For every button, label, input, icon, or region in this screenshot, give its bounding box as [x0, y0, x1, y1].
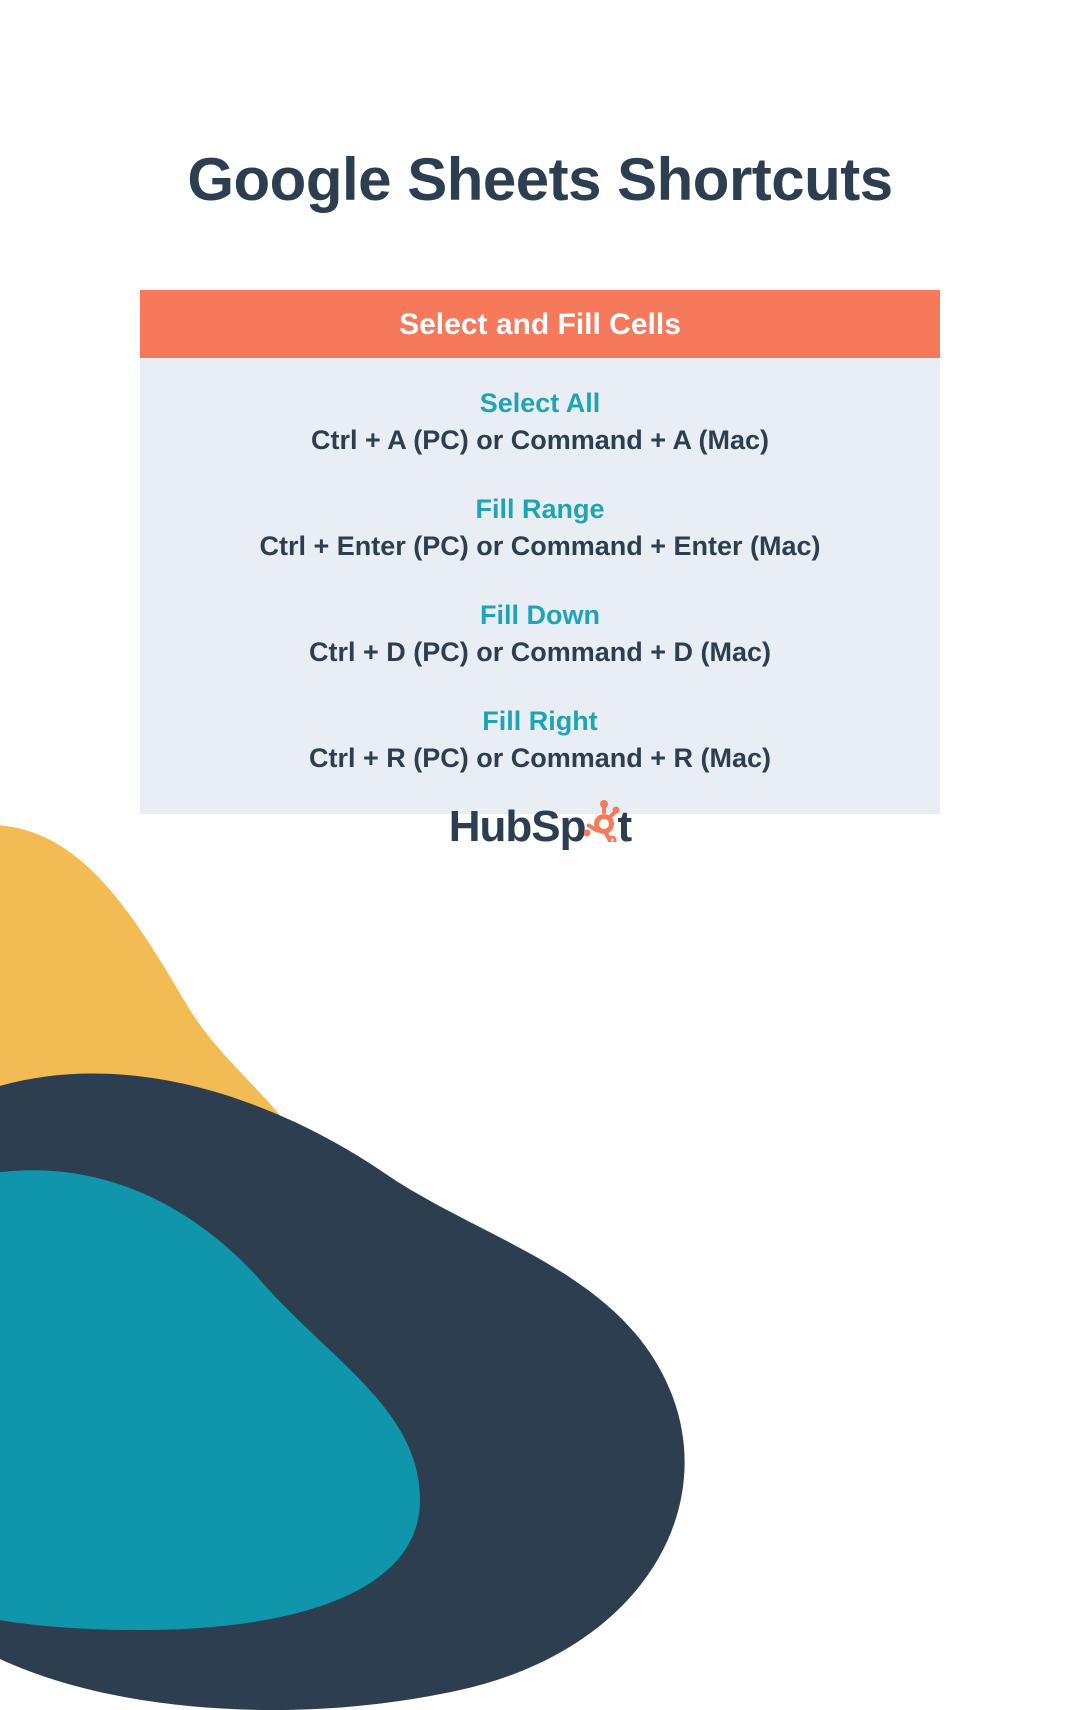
shortcut-keys: Ctrl + D (PC) or Command + D (Mac)	[170, 637, 910, 668]
sprocket-icon	[584, 800, 620, 853]
shortcut-keys: Ctrl + Enter (PC) or Command + Enter (Ma…	[170, 531, 910, 562]
shortcut-item: Fill Down Ctrl + D (PC) or Command + D (…	[170, 600, 910, 668]
shortcuts-card: Select and Fill Cells Select All Ctrl + …	[140, 290, 940, 814]
shortcut-name: Fill Range	[170, 494, 910, 525]
brand-prefix: HubSp	[449, 802, 586, 852]
page-title: Google Sheets Shortcuts	[0, 145, 1080, 214]
shortcut-item: Fill Range Ctrl + Enter (PC) or Command …	[170, 494, 910, 562]
shortcut-item: Select All Ctrl + A (PC) or Command + A …	[170, 388, 910, 456]
shortcut-keys: Ctrl + A (PC) or Command + A (Mac)	[170, 425, 910, 456]
shortcut-name: Select All	[170, 388, 910, 419]
brand-suffix: t	[618, 802, 632, 852]
decor-blob-yellow	[0, 770, 490, 1490]
card-body: Select All Ctrl + A (PC) or Command + A …	[140, 358, 940, 814]
shortcut-name: Fill Right	[170, 706, 910, 737]
shortcut-keys: Ctrl + R (PC) or Command + R (Mac)	[170, 743, 910, 774]
shortcut-item: Fill Right Ctrl + R (PC) or Command + R …	[170, 706, 910, 774]
brand-logo: HubSp t	[0, 800, 1080, 853]
decor-blob-teal	[0, 1130, 500, 1630]
shortcut-name: Fill Down	[170, 600, 910, 631]
decor-blob-navy	[0, 1010, 740, 1710]
card-header: Select and Fill Cells	[140, 290, 940, 358]
